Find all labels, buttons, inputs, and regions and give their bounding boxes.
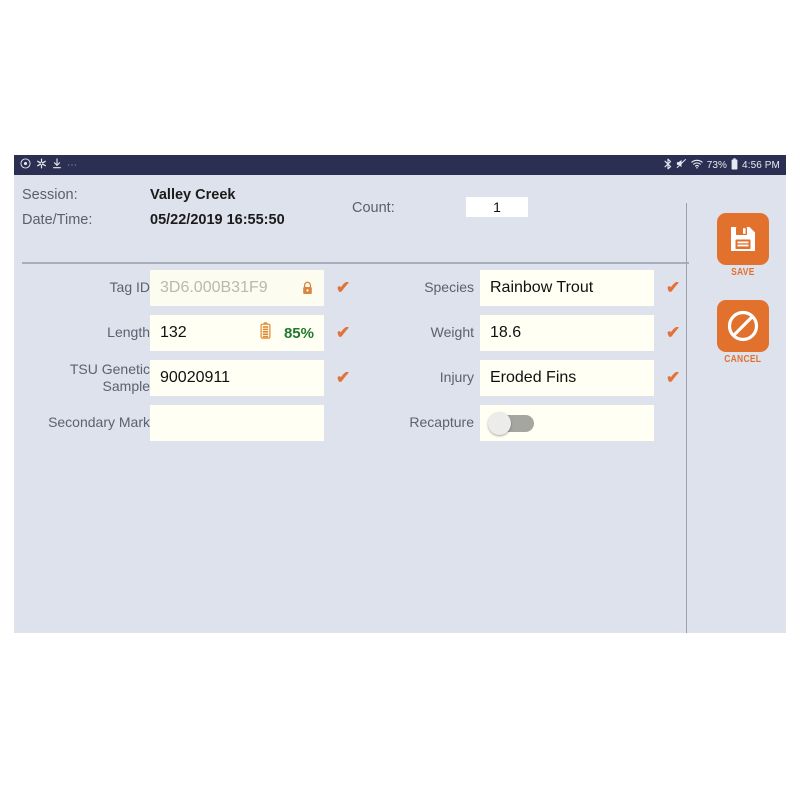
cancel-button[interactable]: CANCEL (717, 300, 769, 365)
battery-percent-label: 73% (706, 159, 728, 171)
tag-id-input[interactable]: 3D6.000B31F9 (150, 270, 324, 306)
app-content: Session: Valley Creek Date/Time: 05/22/2… (14, 175, 786, 633)
field-row-secondary-mark: Secondary Mark (14, 405, 344, 441)
species-valid-check: ✔ (666, 278, 681, 297)
recapture-label: Recapture (409, 414, 474, 430)
header-divider (22, 262, 689, 264)
tsu-label-line1: TSU Genetic (69, 361, 150, 377)
app-window: ⋯ 73% 4:56 PM Session: Valley Creek Date… (14, 155, 786, 633)
weight-valid-check: ✔ (666, 323, 681, 342)
volume-muted-icon (676, 158, 687, 172)
length-value: 132 (160, 324, 187, 341)
save-button[interactable]: SAVE (717, 213, 769, 278)
wifi-icon (690, 159, 703, 172)
field-row-weight: Weight 18.6 ✔ (344, 315, 684, 351)
injury-label: Injury (439, 369, 474, 385)
field-row-tsu-genetic-sample: TSU Genetic Sample 90020911 ✔ (14, 360, 350, 396)
weight-value: 18.6 (490, 324, 522, 341)
tag-id-label: Tag ID (109, 279, 150, 295)
tsu-genetic-sample-input[interactable]: 90020911 (150, 360, 324, 396)
session-label: Session: (22, 187, 78, 203)
secondary-mark-label: Secondary Mark (48, 414, 150, 430)
length-label: Length (107, 324, 150, 340)
status-bar-left-icons: ⋯ (20, 158, 78, 172)
injury-valid-check: ✔ (666, 368, 681, 387)
status-bar-right-icons: 73% 4:56 PM (664, 157, 780, 173)
android-status-bar: ⋯ 73% 4:56 PM (14, 155, 786, 175)
injury-input[interactable]: Eroded Fins (480, 360, 654, 396)
weight-input[interactable]: 18.6 (480, 315, 654, 351)
prohibition-cancel-icon (717, 300, 769, 352)
floppy-disk-save-icon (717, 213, 769, 265)
field-row-injury: Injury Eroded Fins ✔ (344, 360, 684, 396)
field-row-tag-id: Tag ID 3D6.000B31F9 ✔ (14, 270, 350, 306)
panel-divider (686, 203, 687, 633)
injury-value: Eroded Fins (490, 369, 577, 386)
lock-icon (301, 281, 314, 295)
field-row-recapture: Recapture (344, 405, 684, 441)
datetime-value: 05/22/2019 16:55:50 (150, 212, 285, 228)
status-overflow-dots: ⋯ (67, 159, 78, 171)
tsu-genetic-sample-label: TSU Genetic Sample (30, 361, 150, 395)
action-rail: SAVE CANCEL (700, 213, 786, 365)
datetime-label: Date/Time: (22, 212, 93, 228)
secondary-mark-input[interactable] (150, 405, 324, 441)
battery-icon (731, 157, 738, 173)
asterisk-icon (36, 158, 47, 172)
tsu-label-line2: Sample (102, 378, 150, 394)
species-input[interactable]: Rainbow Trout (480, 270, 654, 306)
length-input[interactable]: 132 85% (150, 315, 324, 351)
field-row-species: Species Rainbow Trout ✔ (344, 270, 684, 306)
recapture-toggle[interactable] (488, 412, 536, 435)
field-row-length: Length 132 85% ✔ (14, 315, 350, 351)
length-device-battery: 85% (260, 322, 314, 344)
recapture-toggle-container[interactable] (480, 405, 654, 441)
clock-icon (20, 158, 31, 172)
session-value: Valley Creek (150, 187, 236, 203)
bluetooth-icon (664, 158, 672, 173)
save-button-label: SAVE (731, 267, 755, 278)
toggle-knob[interactable] (488, 412, 511, 435)
cancel-button-label: CANCEL (724, 354, 762, 365)
download-icon (52, 158, 62, 172)
weight-label: Weight (430, 324, 474, 340)
status-clock: 4:56 PM (742, 159, 780, 171)
species-label: Species (424, 279, 474, 295)
tsu-genetic-sample-value: 90020911 (160, 369, 230, 386)
length-battery-percent: 85% (283, 324, 314, 342)
battery-icon (260, 322, 271, 344)
count-field[interactable]: 1 (466, 197, 528, 217)
species-value: Rainbow Trout (490, 279, 594, 296)
tag-id-value: 3D6.000B31F9 (160, 279, 268, 296)
count-label: Count: (352, 200, 395, 216)
